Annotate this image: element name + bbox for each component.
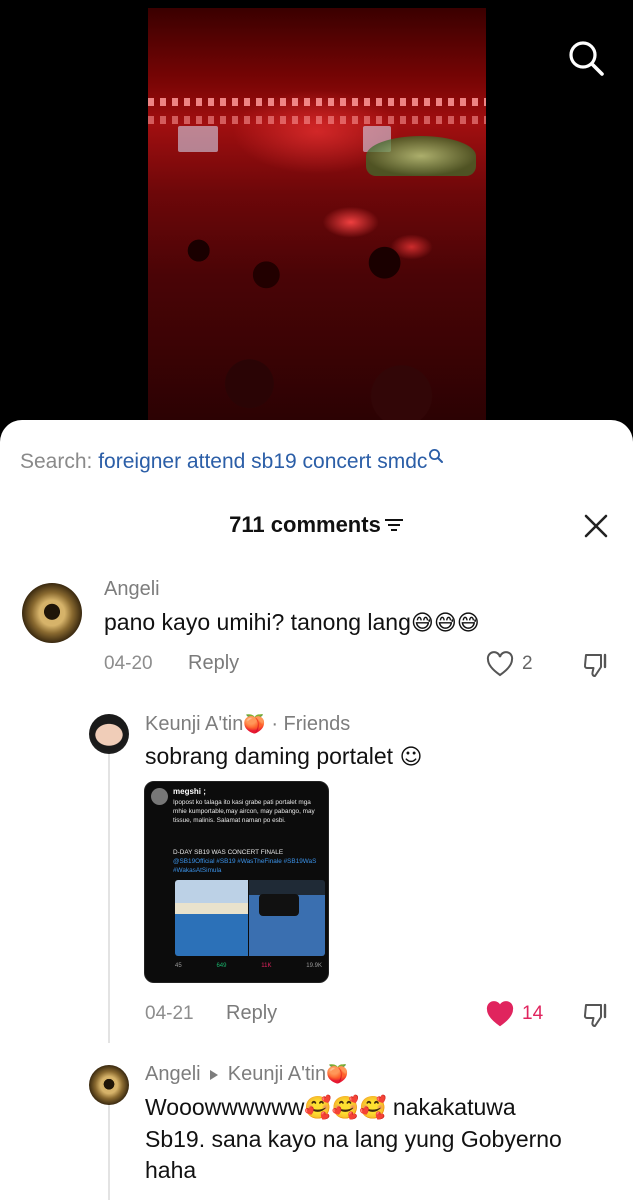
dislike-icon [583, 653, 607, 677]
comment-username[interactable]: Angeli Keunji A'tin🍑 [145, 1063, 349, 1086]
comment-text: Wooowwwwww🥰🥰🥰 nakakatuwa Sb19. sana kayo… [145, 1094, 562, 1183]
like-count: 14 [522, 1003, 544, 1024]
filter-icon[interactable] [384, 517, 404, 533]
emoji: 🍑 [326, 1064, 349, 1085]
search-button[interactable] [566, 38, 606, 78]
comment-image-attachment[interactable]: megshi ; Ipopost ko talaga ito kasi grab… [144, 781, 329, 983]
search-term[interactable]: foreigner attend sb19 concert smdc [98, 450, 427, 473]
embed-reposts: 649 [216, 963, 227, 969]
video-player[interactable] [0, 0, 633, 440]
embed-avatar [151, 788, 168, 805]
stage-glow [366, 136, 476, 176]
search-icon [569, 41, 604, 76]
search-suggestion[interactable]: Search: foreigner attend sb19 concert sm… [20, 449, 444, 474]
embed-replies: 45 [175, 963, 182, 969]
embed-likes: 11K [261, 963, 272, 969]
like-button[interactable]: 14 [486, 1001, 543, 1027]
like-button[interactable]: 2 [486, 651, 533, 677]
emoji: ☺ [399, 745, 423, 770]
comment-text: sobrang daming portalet ☺ [145, 743, 423, 770]
reply-to-username[interactable]: Keunji A'tin [228, 1063, 326, 1085]
comment-text: pano kayo umihi? tanong lang😅😅😅 [104, 609, 480, 636]
embed-photo-interior [249, 880, 325, 956]
embed-tags: D-DAY SB19 WAS CONCERT FINALE @SB19Offic… [173, 849, 317, 874]
stage-lights-secondary [148, 116, 486, 124]
comments-count: 711 comments [229, 512, 381, 537]
like-count: 2 [522, 653, 533, 674]
embed-stats: 45 649 11K 19.9K [175, 963, 322, 969]
stage-lights [148, 98, 486, 106]
emoji: 🍑 [243, 714, 266, 735]
comment-date: 04-20 [104, 653, 153, 674]
embed-body-text: Ipopost ko talaga ito kasi grabe pati po… [173, 799, 315, 824]
emoji: 🥰🥰🥰 [304, 1096, 387, 1121]
crowd [148, 178, 486, 420]
thread-line [108, 745, 110, 1043]
avatar[interactable] [89, 1065, 129, 1105]
embed-photo-portalets [175, 880, 248, 956]
dislike-button[interactable] [582, 1001, 610, 1029]
heart-icon [486, 1001, 514, 1027]
comment-username[interactable]: Angeli [104, 578, 160, 601]
friends-label: · Friends [271, 713, 351, 735]
reply-button[interactable]: Reply [188, 652, 239, 675]
dislike-button[interactable] [582, 651, 610, 679]
emoji: 😅😅😅 [410, 611, 480, 636]
avatar[interactable] [89, 714, 129, 754]
dislike-icon [583, 1003, 607, 1027]
search-prefix: Search: [20, 450, 93, 473]
close-button[interactable] [583, 513, 609, 539]
embed-views: 19.9K [306, 963, 322, 969]
comments-sheet: Search: foreigner attend sb19 concert sm… [0, 420, 633, 1200]
embed-username: megshi ; [173, 787, 206, 796]
comments-count-header[interactable]: 711 comments [0, 512, 633, 538]
avatar[interactable] [22, 583, 82, 643]
search-icon [429, 449, 444, 463]
heart-icon [486, 651, 514, 677]
concert-video-frame[interactable] [148, 8, 486, 420]
thread-line [108, 1100, 110, 1200]
stage-screen-left [178, 126, 218, 152]
close-icon [584, 514, 608, 538]
reply-arrow-icon [210, 1069, 219, 1080]
comment-date: 04-21 [145, 1003, 194, 1024]
reply-button[interactable]: Reply [226, 1002, 277, 1025]
comment-username[interactable]: Keunji A'tin🍑 · Friends [145, 713, 350, 736]
